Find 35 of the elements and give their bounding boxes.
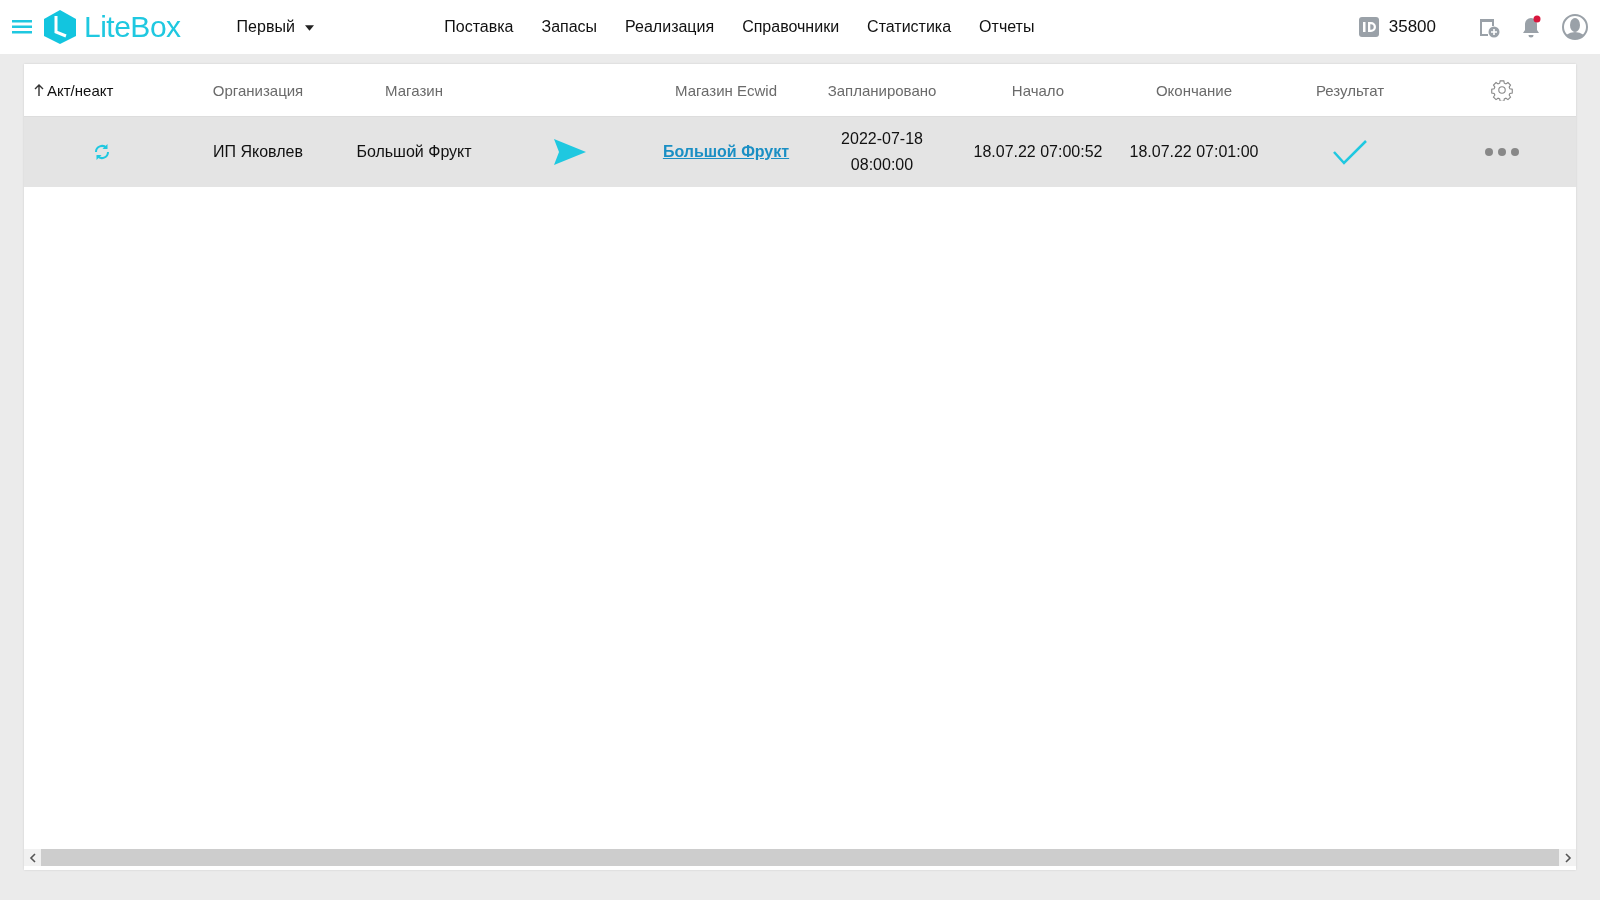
column-header[interactable]: Начало — [1011, 81, 1065, 99]
more-icon[interactable] — [1484, 147, 1520, 157]
table-cell: 2022-07-18 — [841, 130, 923, 148]
user-avatar-icon[interactable] — [1562, 14, 1588, 40]
sort-arrow-icon — [34, 84, 44, 96]
table-cell: ИП Яковлев — [213, 143, 303, 161]
column-header[interactable]: Магазин Ecwid — [674, 81, 777, 99]
table-cell: 18.07.22 07:00:52 — [973, 143, 1103, 161]
nav-item[interactable]: Отчеты — [979, 18, 1035, 36]
nav-item[interactable]: Статистика — [867, 18, 952, 36]
nav-item[interactable]: Реализация — [625, 18, 715, 36]
menu-icon[interactable] — [12, 20, 32, 34]
cube-logo-icon — [44, 10, 76, 44]
bell-icon[interactable] — [1520, 15, 1542, 39]
table-cell: 18.07.22 07:01:00 — [1129, 143, 1259, 161]
table-cell: Большой Фрукт — [356, 143, 472, 161]
account-id: 35800 — [1388, 17, 1436, 37]
column-header[interactable]: Акт/неакт — [34, 81, 114, 99]
nav-item[interactable]: Запасы — [541, 18, 598, 36]
send-arrow-icon — [554, 139, 586, 165]
column-header[interactable]: Организация — [212, 81, 304, 99]
nav-item[interactable]: Справочники — [742, 18, 840, 36]
column-header[interactable]: Запланировано — [827, 81, 937, 99]
settings-icon[interactable] — [1491, 79, 1513, 101]
column-header[interactable]: Окончание — [1155, 81, 1233, 99]
table-row[interactable]: ИП Яковлев Большой Фрукт Большой Фрукт 2022-07-18 08:00:00 18.07.22 07:00:52 18.07.22 07:01:00 — [24, 117, 1576, 187]
sync-icon[interactable] — [92, 142, 112, 162]
id-icon — [1358, 17, 1379, 37]
table-cell: 08:00:00 — [850, 156, 914, 174]
column-header[interactable]: Магазин — [385, 81, 443, 99]
column-header[interactable]: Результат — [1315, 81, 1385, 99]
nav-item[interactable]: Поставка — [444, 18, 514, 36]
add-store-icon[interactable] — [1478, 16, 1500, 38]
org-dropdown[interactable]: Первый — [236, 18, 315, 36]
caret-icon — [305, 24, 315, 31]
